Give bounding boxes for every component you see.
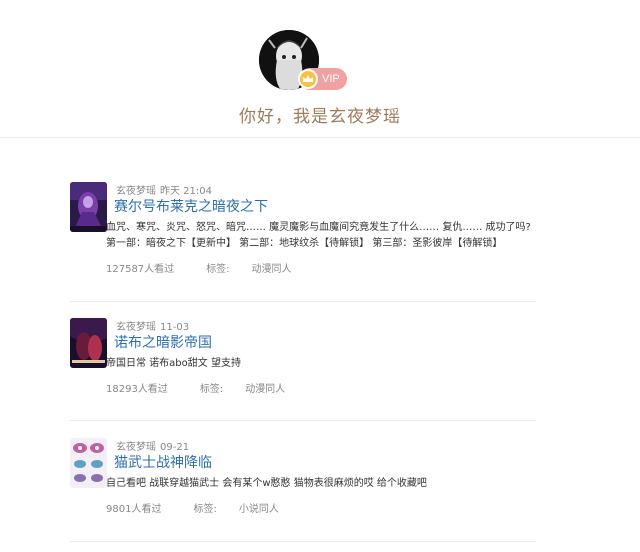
tag-link[interactable]: 小说同人 <box>239 504 279 515</box>
tag-link[interactable]: 动漫同人 <box>245 384 285 395</box>
post-stats: 127587人看过 标签: 动漫同人 <box>106 260 292 275</box>
description-line: 血咒、寒咒、炎咒、怒咒、暗咒…… 魔灵魔影与血魔间究竟发生了什么…… 复仇…… … <box>106 222 531 233</box>
view-count: 9801人看过 <box>106 504 162 515</box>
tag-label: 标签: <box>199 384 224 395</box>
tag-label: 标签: <box>193 504 217 515</box>
profile-header: VIP 你好，我是玄夜梦瑶 <box>0 0 640 138</box>
crown-icon <box>298 69 318 89</box>
cover-image[interactable] <box>70 182 107 232</box>
list-item: 玄夜梦瑶 11-03 诺布之暗影帝国 帝国日常 诺布abo甜文 望支持 18293… <box>70 318 536 398</box>
tag-label: 标签: <box>206 264 230 275</box>
description-line: 第一部：暗夜之下【更新中】 第二部：地球纹杀【待解锁】 第三部：圣影彼岸【待解锁… <box>106 238 503 249</box>
post-title[interactable]: 赛尔号布莱克之暗夜之下 <box>114 196 268 216</box>
description-line: 帝国日常 诺布abo甜文 望支持 <box>106 358 241 369</box>
view-count: 127587人看过 <box>106 264 175 275</box>
list-item: 玄夜梦瑶 09-21 猫武士战神降临 自己看吧 战联穿越猫武士 会有某个w憨憨 猫… <box>70 438 536 518</box>
vip-badge: VIP <box>298 68 347 90</box>
list-item: 玄夜梦瑶 昨天 21:04 赛尔号布莱克之暗夜之下 血咒、寒咒、炎咒、怒咒、暗咒…… <box>70 182 536 282</box>
cover-image[interactable] <box>70 438 107 488</box>
post-title[interactable]: 猫武士战神降临 <box>114 452 212 472</box>
post-description: 自己看吧 战联穿越猫武士 会有某个w憨憨 猫物表很麻烦的哎 给个收藏吧 <box>106 476 427 492</box>
cover-image[interactable] <box>70 318 107 368</box>
post-meta: 玄夜梦瑶 昨天 21:04 <box>116 182 212 197</box>
divider <box>70 420 536 421</box>
divider <box>70 301 536 302</box>
post-meta: 玄夜梦瑶 11-03 <box>116 318 189 333</box>
post-stats: 9801人看过 标签: 小说同人 <box>106 500 279 515</box>
description-line: 自己看吧 战联穿越猫武士 会有某个w憨憨 猫物表很麻烦的哎 给个收藏吧 <box>106 478 427 489</box>
post-stats: 18293人看过 标签: 动漫同人 <box>106 380 285 395</box>
tag-link[interactable]: 动漫同人 <box>252 264 292 275</box>
post-meta: 玄夜梦瑶 09-21 <box>116 438 189 453</box>
page-title: 你好，我是玄夜梦瑶 <box>239 107 401 127</box>
vip-label: VIP <box>322 73 340 85</box>
post-description: 帝国日常 诺布abo甜文 望支持 <box>106 356 241 372</box>
post-title[interactable]: 诺布之暗影帝国 <box>114 332 212 352</box>
post-description: 血咒、寒咒、炎咒、怒咒、暗咒…… 魔灵魔影与血魔间究竟发生了什么…… 复仇…… … <box>106 220 531 252</box>
divider <box>70 541 536 542</box>
view-count: 18293人看过 <box>106 384 168 395</box>
